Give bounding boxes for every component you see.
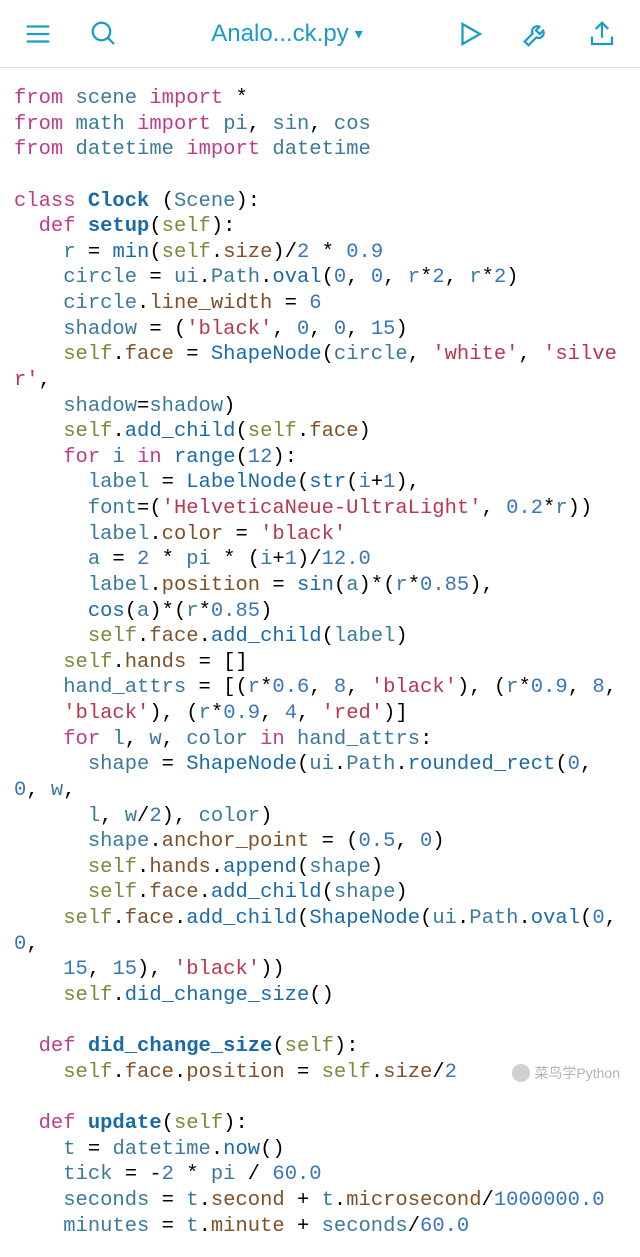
code-line: shadow = ('black', 0, 0, 15) — [14, 317, 626, 343]
code-line: self.face.add_child(label) — [14, 624, 626, 650]
file-title-dropdown[interactable]: Analo...ck.py ▾ — [211, 20, 362, 48]
code-line: for i in range(12): — [14, 445, 626, 471]
code-line: cos(a)*(r*0.85) — [14, 599, 626, 625]
watermark: 菜鸟学Python — [512, 1063, 620, 1083]
code-line: seconds = t.second + t.microsecond/10000… — [14, 1188, 626, 1214]
code-line: 'black'), (r*0.9, 4, 'red')] — [14, 701, 626, 727]
code-line: circle.line_width = 6 — [14, 291, 626, 317]
code-line: def update(self): — [14, 1111, 626, 1137]
tools-button[interactable] — [518, 16, 554, 52]
code-line: label = LabelNode(str(i+1), — [14, 470, 626, 496]
code-line: class Clock (Scene): — [14, 189, 626, 215]
search-icon — [89, 19, 119, 49]
code-line: minutes = t.minute + seconds/60.0 — [14, 1214, 626, 1240]
code-line: self.add_child(self.face) — [14, 419, 626, 445]
export-icon — [587, 19, 617, 49]
code-line: from math import pi, sin, cos — [14, 112, 626, 138]
code-line: from datetime import datetime — [14, 137, 626, 163]
code-line: r = min(self.size)/2 * 0.9 — [14, 240, 626, 266]
code-line: def did_change_size(self): — [14, 1034, 626, 1060]
code-line — [14, 1085, 626, 1111]
code-line: a = 2 * pi * (i+1)/12.0 — [14, 547, 626, 573]
code-line: font=('HelveticaNeue-UltraLight', 0.2*r)… — [14, 496, 626, 522]
code-line: self.face = ShapeNode(circle, 'white', '… — [14, 342, 626, 393]
watermark-icon — [512, 1064, 530, 1082]
code-line: hand_attrs = [(r*0.6, 8, 'black'), (r*0.… — [14, 675, 626, 701]
code-line: self.hands = [] — [14, 650, 626, 676]
code-line: label.position = sin(a)*(r*0.85), — [14, 573, 626, 599]
code-line: t = datetime.now() — [14, 1137, 626, 1163]
code-line: self.face.add_child(ShapeNode(ui.Path.ov… — [14, 906, 626, 957]
code-line: self.hands.append(shape) — [14, 855, 626, 881]
code-line: for l, w, color in hand_attrs: — [14, 727, 626, 753]
toolbar-right — [452, 16, 620, 52]
search-button[interactable] — [86, 16, 122, 52]
export-button[interactable] — [584, 16, 620, 52]
file-title: Analo...ck.py — [211, 20, 348, 48]
code-line: self.did_change_size() — [14, 983, 626, 1009]
watermark-text: 菜鸟学Python — [534, 1063, 620, 1083]
code-line: tick = -2 * pi / 60.0 — [14, 1162, 626, 1188]
chevron-down-icon: ▾ — [355, 24, 363, 44]
menu-button[interactable] — [20, 16, 56, 52]
code-line: def setup(self): — [14, 214, 626, 240]
code-line: shape.anchor_point = (0.5, 0) — [14, 829, 626, 855]
code-line — [14, 163, 626, 189]
code-line: shape = ShapeNode(ui.Path.rounded_rect(0… — [14, 752, 626, 803]
code-line: l, w/2), color) — [14, 804, 626, 830]
code-line: shadow=shadow) — [14, 394, 626, 420]
toolbar-left — [20, 16, 122, 52]
code-line — [14, 1009, 626, 1035]
wrench-icon — [521, 19, 551, 49]
hamburger-icon — [23, 19, 53, 49]
code-line: circle = ui.Path.oval(0, 0, r*2, r*2) — [14, 265, 626, 291]
run-button[interactable] — [452, 16, 488, 52]
code-line: label.color = 'black' — [14, 522, 626, 548]
play-icon — [455, 19, 485, 49]
code-line: from scene import * — [14, 86, 626, 112]
code-line: self.face.add_child(shape) — [14, 880, 626, 906]
code-line: 15, 15), 'black')) — [14, 957, 626, 983]
toolbar: Analo...ck.py ▾ — [0, 0, 640, 68]
